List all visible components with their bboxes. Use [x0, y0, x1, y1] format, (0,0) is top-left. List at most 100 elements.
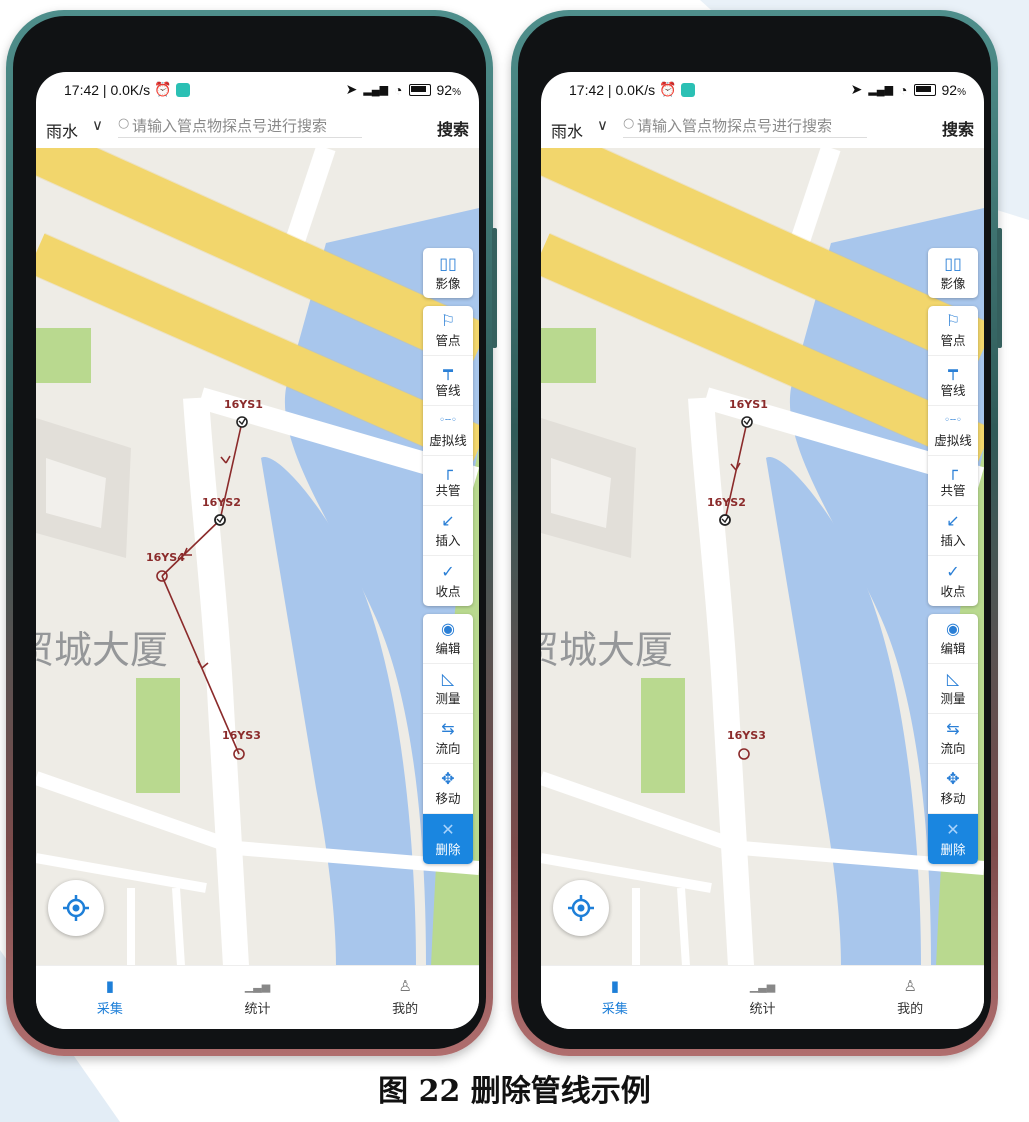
pipe-line-button[interactable]: ┯ 管线 — [928, 356, 978, 406]
shared-pipe-icon: ┌ — [948, 461, 958, 480]
nav-profile[interactable]: ♙ 我的 — [836, 966, 984, 1029]
measure-button[interactable]: ◺ 测量 — [423, 664, 473, 714]
toolbar-group-edit: ◉ 编辑 ◺ 测量 ⇆ 流向 ✥ 移动 ✕ 删除 — [423, 614, 473, 864]
insert-button[interactable]: ↙ 插入 — [423, 506, 473, 556]
toolbar-label: 管点 — [435, 333, 461, 348]
pipe-point-button[interactable]: ⚐ 管点 — [423, 306, 473, 356]
edit-button[interactable]: ◉ 编辑 — [928, 614, 978, 664]
phone-screen: 17:42 | 0.0K/s ⏰ ➤ ▂▄▆ ◔ 92% 雨水 ∨ ○ 搜索 — [541, 72, 984, 1029]
bar-chart-icon: ▁▃▅ — [749, 980, 776, 993]
phone-screen: 17:42 | 0.0K/s ⏰ ➤ ▂▄▆ ◔ 92% 雨水 ∨ ○ 搜索 — [36, 72, 479, 1029]
collect-point-button[interactable]: ✓ 收点 — [423, 556, 473, 606]
insert-button[interactable]: ↙ 插入 — [928, 506, 978, 556]
map-view[interactable]: 贸城大厦 16YS1 — [36, 148, 479, 966]
measure-button[interactable]: ◺ 测量 — [928, 664, 978, 714]
nav-profile[interactable]: ♙ 我的 — [331, 966, 479, 1029]
virtual-line-button[interactable]: ◦┄◦ 虚拟线 — [423, 406, 473, 456]
battery-icon — [408, 83, 431, 96]
toolbar-label: 管线 — [435, 383, 461, 398]
edit-button[interactable]: ◉ 编辑 — [423, 614, 473, 664]
map-icon: ▯▯ — [944, 253, 962, 273]
eye-icon: ◉ — [946, 619, 960, 638]
user-icon: ♙ — [398, 977, 412, 995]
delete-button[interactable]: ✕ 删除 — [423, 814, 473, 864]
chevron-down-icon[interactable]: ∨ — [92, 116, 103, 134]
dotted-line-icon: ◦┄◦ — [944, 415, 962, 426]
wifi-icon: ◔ — [394, 81, 403, 98]
nav-collect[interactable]: ▮ 采集 — [541, 966, 689, 1029]
virtual-line-button[interactable]: ◦┄◦ 虚拟线 — [928, 406, 978, 456]
flow-icon: ⇆ — [946, 719, 960, 738]
toolbar-label: 插入 — [940, 533, 966, 548]
category-select[interactable]: 雨水 — [551, 118, 583, 142]
toolbar-label: 收点 — [435, 583, 461, 599]
insert-icon: ↙ — [946, 511, 960, 530]
toolbar-label: 虚拟线 — [934, 433, 972, 448]
bottom-nav: ▮ 采集 ▁▃▅ 统计 ♙ 我的 — [36, 965, 479, 1029]
chevron-down-icon[interactable]: ∨ — [597, 116, 608, 134]
status-time: 17:42 | 0.0K/s — [569, 81, 656, 98]
toolbar-label: 管线 — [940, 383, 966, 398]
toolbar-label: 编辑 — [435, 641, 461, 656]
location-icon: ➤ — [345, 81, 358, 97]
close-icon: ✕ — [441, 819, 455, 839]
crosshair-icon — [63, 895, 89, 921]
search-button[interactable]: 搜索 — [437, 116, 469, 140]
imagery-button[interactable]: ▯▯ 影像 — [928, 248, 978, 298]
toolbar-label: 移动 — [940, 791, 966, 806]
side-button — [492, 228, 497, 348]
user-icon: ♙ — [903, 977, 917, 995]
flow-direction-button[interactable]: ⇆ 流向 — [423, 714, 473, 764]
nav-statistics[interactable]: ▁▃▅ 统计 — [184, 966, 332, 1029]
map-icon: ▮ — [105, 977, 114, 995]
flow-direction-button[interactable]: ⇆ 流向 — [928, 714, 978, 764]
toolbar-label: 编辑 — [940, 641, 966, 656]
map-toolbar: ▯▯ 影像 ⚐ 管点 ┯ 管线 ◦┄◦ 虚拟线 ┌ 共管 ↙ 插入 ✓ 收点 ◉ 编辑 ◺ 测量 … — [928, 248, 978, 872]
move-button[interactable]: ✥ 移动 — [423, 764, 473, 814]
search-input[interactable] — [623, 115, 867, 138]
signal-icon: ▂▄▆ — [363, 84, 389, 96]
alarm-icon: ⏰ — [154, 81, 172, 97]
shared-pipe-button[interactable]: ┌ 共管 — [423, 456, 473, 506]
toolbar-label: 虚拟线 — [429, 433, 467, 448]
map-view[interactable]: 贸城大厦 16YS1 16YS2 16YS3 — [541, 148, 984, 966]
toolbar-label: 流向 — [435, 741, 461, 756]
map-building-label: 贸城大厦 — [36, 628, 168, 672]
signal-icon: ▂▄▆ — [868, 84, 894, 96]
pipe-point-button[interactable]: ⚐ 管点 — [928, 306, 978, 356]
category-select[interactable]: 雨水 — [46, 118, 78, 142]
nav-statistics[interactable]: ▁▃▅ 统计 — [689, 966, 837, 1029]
toolbar-group-collect: ⚐ 管点 ┯ 管线 ◦┄◦ 虚拟线 ┌ 共管 ↙ 插入 ✓ 收点 — [928, 306, 978, 606]
locate-button[interactable] — [48, 880, 104, 936]
shared-pipe-button[interactable]: ┌ 共管 — [928, 456, 978, 506]
collect-point-button[interactable]: ✓ 收点 — [928, 556, 978, 606]
nav-label: 我的 — [897, 1002, 924, 1017]
pipe-point-label: 16YS4 — [146, 551, 185, 564]
location-icon: ➤ — [850, 81, 863, 97]
search-input[interactable] — [118, 115, 362, 138]
delete-button[interactable]: ✕ 删除 — [928, 814, 978, 864]
pipe-line-icon: ┯ — [443, 361, 453, 380]
toolbar-label: 共管 — [435, 483, 461, 498]
pipe-point-label: 16YS2 — [202, 496, 241, 509]
search-button[interactable]: 搜索 — [942, 116, 974, 140]
toolbar-label: 删除 — [435, 841, 461, 857]
pipe-point-label: 16YS3 — [222, 729, 261, 742]
locate-button[interactable] — [553, 880, 609, 936]
flow-icon: ⇆ — [441, 719, 455, 738]
shared-pipe-icon: ┌ — [443, 461, 453, 480]
imagery-button[interactable]: ▯▯ 影像 — [423, 248, 473, 298]
nav-label: 统计 — [749, 1002, 776, 1017]
flag-icon: ⚐ — [440, 311, 456, 330]
flag-icon: ⚐ — [945, 311, 961, 330]
toolbar-group-collect: ⚐ 管点 ┯ 管线 ◦┄◦ 虚拟线 ┌ 共管 ↙ 插入 ✓ 收点 — [423, 306, 473, 606]
check-circle-icon: ✓ — [946, 561, 960, 581]
nav-collect[interactable]: ▮ 采集 — [36, 966, 184, 1029]
move-button[interactable]: ✥ 移动 — [928, 764, 978, 814]
app-notification-icon — [680, 82, 695, 97]
phone-mockup-right: 17:42 | 0.0K/s ⏰ ➤ ▂▄▆ ◔ 92% 雨水 ∨ ○ 搜索 — [511, 10, 1002, 1056]
status-bar: 17:42 | 0.0K/s ⏰ ➤ ▂▄▆ ◔ 92% — [36, 72, 479, 106]
pipe-line-button[interactable]: ┯ 管线 — [423, 356, 473, 406]
bottom-nav: ▮ 采集 ▁▃▅ 统计 ♙ 我的 — [541, 965, 984, 1029]
nav-label: 采集 — [96, 1002, 123, 1017]
